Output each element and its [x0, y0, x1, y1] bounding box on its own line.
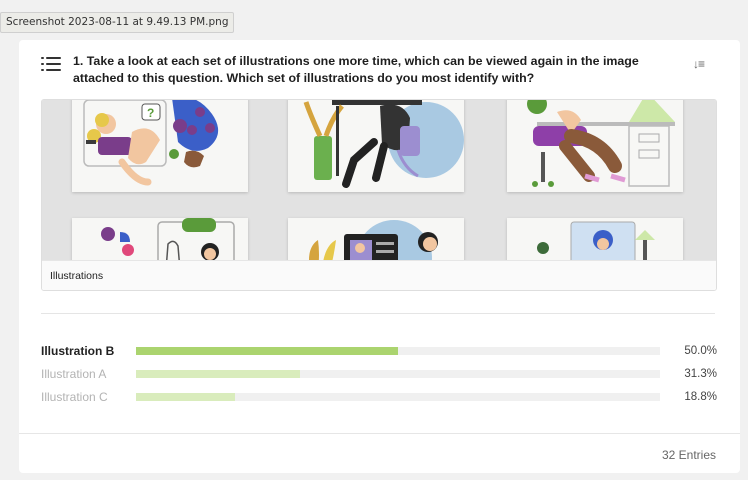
- filename-tooltip: Screenshot 2023-08-11 at 9.49.13 PM.png: [0, 12, 235, 33]
- illustration-thumbnail: [507, 218, 683, 260]
- result-bar-fill: [136, 347, 398, 355]
- result-label: Illustration A: [41, 367, 107, 381]
- svg-text:?: ?: [147, 106, 154, 120]
- result-bar-track: [136, 393, 660, 401]
- image-caption: Illustrations: [42, 260, 716, 290]
- result-label: Illustration C: [41, 390, 108, 404]
- entries-count: 32 Entries: [661, 448, 716, 462]
- result-percentage: 18.8%: [684, 391, 717, 403]
- result-bar-track: [136, 347, 660, 355]
- illustration-thumbnail: [507, 100, 683, 192]
- divider: [41, 313, 715, 314]
- sort-descending-icon[interactable]: ↓≡: [693, 57, 705, 71]
- result-percentage: 50.0%: [684, 345, 717, 357]
- result-bar-fill: [136, 393, 235, 401]
- list-icon[interactable]: [41, 56, 61, 72]
- illustration-thumbnail: [72, 218, 248, 260]
- question-image[interactable]: ? Illustrations: [41, 99, 717, 291]
- footer-divider: [19, 433, 740, 434]
- result-percentage: 31.3%: [684, 368, 717, 380]
- illustration-thumbnail: [288, 218, 464, 260]
- result-row: Illustration A 31.3%: [41, 366, 717, 382]
- result-row: Illustration B 50.0%: [41, 343, 717, 359]
- illustrations-image[interactable]: ?: [42, 100, 716, 260]
- question-card: 1. Take a look at each set of illustrati…: [19, 40, 740, 473]
- result-row: Illustration C 18.8%: [41, 389, 717, 405]
- result-label: Illustration B: [41, 344, 115, 358]
- result-bar-track: [136, 370, 660, 378]
- question-text: 1. Take a look at each set of illustrati…: [73, 54, 639, 85]
- illustration-thumbnail: ?: [72, 100, 248, 192]
- result-bar-fill: [136, 370, 300, 378]
- illustration-thumbnail: [288, 100, 464, 192]
